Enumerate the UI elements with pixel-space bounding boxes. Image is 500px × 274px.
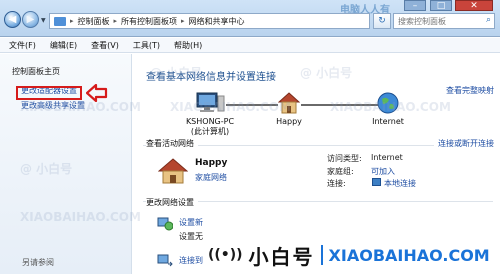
broadcast-icon: ((•)) — [208, 247, 243, 263]
network-type-link[interactable]: 家庭网络 — [195, 172, 227, 183]
refresh-icon[interactable]: ↻ — [373, 13, 391, 29]
separator-icon: ▸ — [70, 17, 74, 25]
breadcrumb-network-center[interactable]: 网络和共享中心 — [189, 16, 245, 27]
watermark-brand-en: XIAOBAIHAO.COM — [328, 245, 490, 265]
connect-disconnect-link[interactable]: 连接或断开连接 — [434, 138, 494, 149]
new-connection-icon — [157, 217, 173, 231]
globe-icon — [377, 92, 399, 114]
house-icon — [158, 158, 188, 184]
computer-name: KSHONG-PC — [185, 117, 235, 126]
network-name: Happy — [195, 158, 228, 168]
search-icon[interactable]: ⌕ — [486, 15, 491, 25]
access-type-value: Internet — [371, 153, 403, 162]
homegroup-label: 家庭组: — [327, 167, 354, 176]
watermark-banner: ((•)) 小白号 XIAOBAIHAO.COM — [204, 236, 500, 274]
connect-network-icon — [157, 254, 173, 267]
sidebar-home-link[interactable]: 控制面板主页 — [12, 66, 60, 77]
lan-connection-icon — [372, 178, 381, 186]
menu-help[interactable]: 帮助(H) — [174, 40, 202, 51]
control-panel-icon — [54, 16, 66, 26]
address-bar: 电脑人人有 – □ ✕ ◀ ▶ ▼ ▸ 控制面板 ▸ 所有控制面板项 ▸ 网络和… — [0, 0, 500, 37]
computer-icon — [196, 92, 225, 112]
close-button[interactable]: ✕ — [455, 0, 493, 11]
menu-bar: 文件(F) 编辑(E) 查看(V) 工具(T) 帮助(H) — [0, 38, 500, 53]
connect-to-network-link[interactable]: 连接到 — [179, 255, 203, 266]
homegroup-link[interactable]: 可加入 — [371, 166, 395, 177]
forward-arrow-icon[interactable]: ▶ — [22, 11, 39, 28]
maximize-button[interactable]: □ — [430, 0, 452, 11]
see-also-heading: 另请参阅 — [22, 258, 54, 267]
separator-icon: ▸ — [113, 17, 118, 25]
router-name: Happy — [276, 117, 302, 126]
minimize-button[interactable]: – — [404, 0, 426, 11]
red-arrow-icon — [86, 84, 108, 102]
computer-subtitle: (此计算机) — [190, 127, 230, 136]
connection-label: 连接: — [327, 179, 346, 188]
history-dropdown-icon[interactable]: ▼ — [41, 17, 46, 24]
internet-node[interactable]: Internet — [363, 92, 413, 126]
access-type-label: 访问类型: — [327, 154, 362, 163]
active-networks-heading: 查看活动网络 — [146, 138, 198, 149]
separator-icon: ▸ — [181, 17, 185, 25]
view-full-map-link[interactable]: 查看完整映射 — [446, 85, 494, 96]
local-connection-link[interactable]: 本地连接 — [384, 178, 416, 189]
router-node[interactable]: Happy — [269, 92, 309, 126]
sidebar-item-advanced-sharing[interactable]: 更改高级共享设置 — [21, 100, 85, 111]
setup-description: 设置无 — [179, 232, 203, 241]
internet-label: Internet — [372, 117, 404, 126]
watermark-brand-cn: 小白号 — [248, 244, 315, 269]
address-box[interactable]: ▸ 控制面板 ▸ 所有控制面板项 ▸ 网络和共享中心 — [49, 13, 370, 29]
computer-node[interactable]: KSHONG-PC (此计算机) — [175, 92, 245, 137]
setup-new-connection-link[interactable]: 设置新 — [179, 217, 203, 228]
menu-edit[interactable]: 编辑(E) — [50, 40, 77, 51]
breadcrumb-all-items[interactable]: 所有控制面板项 — [121, 16, 177, 27]
page-title: 查看基本网络信息并设置连接 — [146, 72, 276, 83]
change-settings-heading: 更改网络设置 — [146, 197, 198, 208]
breadcrumb-control-panel[interactable]: 控制面板 — [78, 16, 110, 27]
search-input[interactable]: 搜索控制面板 ⌕ — [393, 13, 495, 29]
search-placeholder: 搜索控制面板 — [398, 17, 446, 26]
menu-view[interactable]: 查看(V) — [91, 40, 119, 51]
menu-file[interactable]: 文件(F) — [9, 40, 36, 51]
menu-tools[interactable]: 工具(T) — [133, 40, 160, 51]
home-network-icon — [278, 92, 300, 114]
divider — [320, 245, 323, 265]
highlight-box — [16, 86, 82, 100]
back-arrow-icon[interactable]: ◀ — [4, 11, 21, 28]
